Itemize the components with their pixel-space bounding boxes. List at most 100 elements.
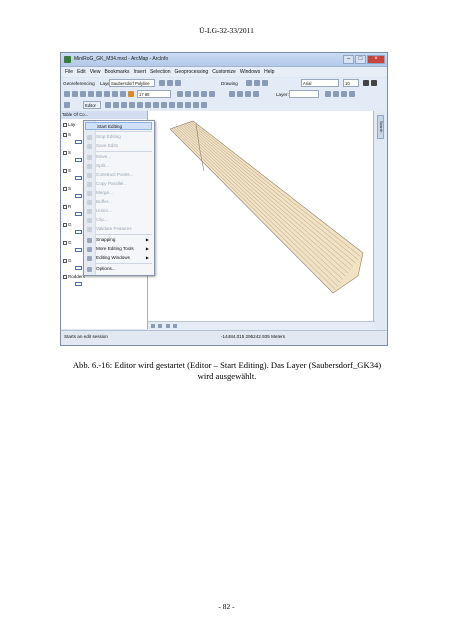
point-icon[interactable]: [137, 102, 143, 108]
toc-layer-row[interactable]: Rodders: [63, 274, 85, 280]
rectangle-icon[interactable]: [254, 80, 260, 86]
menu-edit[interactable]: Edit: [77, 67, 86, 77]
drawing-label[interactable]: Drawing: [221, 78, 238, 89]
rotate-tool-icon[interactable]: [177, 102, 183, 108]
editor-menu-item-start-editing[interactable]: Start Editing: [85, 122, 152, 130]
maximize-button[interactable]: □: [355, 55, 366, 64]
menu-file[interactable]: File: [65, 67, 73, 77]
create-features-icon[interactable]: [201, 102, 207, 108]
editor-menu-button[interactable]: Editor: [83, 101, 101, 109]
menu-insert[interactable]: Insert: [133, 67, 146, 77]
editor-menu-item-split[interactable]: Split...: [96, 162, 152, 170]
menu-customize[interactable]: Customize: [212, 67, 236, 77]
editor-menu-item-construct-points[interactable]: Construct Points...: [96, 171, 152, 179]
layer-dropdown[interactable]: Saubersdorf Polyline: [109, 79, 155, 87]
close-button[interactable]: ×: [367, 55, 385, 64]
search-tab[interactable]: Search: [377, 115, 384, 139]
minimize-button[interactable]: –: [343, 55, 354, 64]
editor-menu-item-clip[interactable]: Clip...: [96, 216, 152, 224]
cut-icon[interactable]: [96, 91, 102, 97]
catalog-icon[interactable]: [185, 91, 191, 97]
add-control-points-icon[interactable]: [175, 80, 181, 86]
shift-icon[interactable]: [167, 80, 173, 86]
editor-menu-item-snapping[interactable]: Snapping ▶: [96, 236, 152, 244]
toc-layer-row[interactable]: S: [63, 168, 71, 174]
editor-menu-item-move[interactable]: Move...: [96, 153, 152, 161]
full-extent-icon[interactable]: [253, 91, 259, 97]
toc-layer-row[interactable]: S: [63, 186, 71, 192]
attributes-icon[interactable]: [185, 102, 191, 108]
print-icon[interactable]: [88, 91, 94, 97]
font-size-dropdown[interactable]: 10: [343, 79, 359, 87]
toc-layer-row[interactable]: G: [63, 258, 72, 264]
copy-icon[interactable]: [104, 91, 110, 97]
arctoolbox-icon[interactable]: [201, 91, 207, 97]
reshape-icon[interactable]: [153, 102, 159, 108]
pan-icon[interactable]: [245, 91, 251, 97]
straight-segment-icon[interactable]: [113, 102, 119, 108]
italic-icon[interactable]: [371, 80, 377, 86]
zoom-out-icon[interactable]: [237, 91, 243, 97]
menu-selection[interactable]: Selection: [150, 67, 171, 77]
toc-list-icon[interactable]: [64, 102, 70, 108]
select-elements-icon[interactable]: [246, 80, 252, 86]
delete-icon[interactable]: [120, 91, 126, 97]
refresh-icon[interactable]: [166, 324, 170, 328]
editor-menu-item-copy-parallel[interactable]: Copy Parallel...: [96, 180, 152, 188]
search-window-icon[interactable]: [193, 91, 199, 97]
edit-vertices-icon[interactable]: [145, 102, 151, 108]
open-icon[interactable]: [72, 91, 78, 97]
editor-menu-item-buffer[interactable]: Buffer...: [96, 198, 152, 206]
editor-menu-item-options[interactable]: Options...: [96, 265, 152, 273]
georef-tool-icon-4[interactable]: [349, 91, 355, 97]
toc-polygon-symbol: [75, 212, 82, 216]
layout-view-icon[interactable]: [158, 324, 162, 328]
menu-windows[interactable]: Windows: [240, 67, 260, 77]
save-icon[interactable]: [80, 91, 86, 97]
bold-icon[interactable]: [363, 80, 369, 86]
toc-layer-row[interactable]: G: [63, 222, 72, 228]
endpoint-arc-icon[interactable]: [121, 102, 127, 108]
sketch-properties-icon[interactable]: [193, 102, 199, 108]
paste-icon[interactable]: [112, 91, 118, 97]
editor-menu-item-validate-features[interactable]: Validate Features: [96, 225, 152, 233]
zoom-in-icon[interactable]: [229, 91, 235, 97]
split-icon[interactable]: [169, 102, 175, 108]
editor-menu-item-union[interactable]: Union...: [96, 207, 152, 215]
toc-layers-row[interactable]: Lay: [63, 122, 75, 128]
map-scale-dropdown[interactable]: 17 68: [137, 90, 171, 98]
editor-menu-item-more-editing-tools[interactable]: More Editing Tools ▶: [96, 245, 152, 253]
trace-icon[interactable]: [129, 102, 135, 108]
rotate-icon[interactable]: [159, 80, 165, 86]
editor-menu-item-save-edits[interactable]: Save Edits: [96, 142, 152, 150]
editor-menu-item-editing-windows[interactable]: Editing Windows ▶: [96, 254, 152, 262]
menu-geoprocessing[interactable]: Geoprocessing: [175, 67, 209, 77]
toc-layer-row[interactable]: S: [63, 132, 71, 138]
georeferencing-label[interactable]: Georeferencing: [63, 78, 95, 89]
editor-toolbar-icon[interactable]: [177, 91, 183, 97]
text-icon[interactable]: [262, 80, 268, 86]
editor-menu-item-stop-editing[interactable]: Stop Editing: [96, 133, 152, 141]
georef-tool-icon-2[interactable]: [333, 91, 339, 97]
data-view-icon[interactable]: [151, 324, 155, 328]
menu-item-label: Merge...: [96, 190, 113, 195]
toc-layer-row[interactable]: S: [63, 150, 71, 156]
map-view[interactable]: [148, 111, 375, 321]
cut-polygons-icon[interactable]: [161, 102, 167, 108]
add-data-icon[interactable]: [128, 91, 134, 97]
toc-layer-row[interactable]: R: [63, 204, 71, 210]
menu-bookmarks[interactable]: Bookmarks: [104, 67, 129, 77]
font-dropdown[interactable]: Arial: [301, 79, 339, 87]
georef-tool-icon-3[interactable]: [341, 91, 347, 97]
parcel-polygon[interactable]: [169, 120, 364, 294]
menu-view[interactable]: View: [90, 67, 101, 77]
layer-dropdown-2[interactable]: [289, 90, 319, 98]
pause-drawing-icon[interactable]: [173, 324, 177, 328]
edit-tool-icon[interactable]: [105, 102, 111, 108]
georef-tool-icon[interactable]: [325, 91, 331, 97]
new-map-icon[interactable]: [64, 91, 70, 97]
toc-layer-row[interactable]: G: [63, 240, 72, 246]
editor-menu-item-merge[interactable]: Merge...: [96, 189, 152, 197]
python-icon[interactable]: [209, 91, 215, 97]
menu-help[interactable]: Help: [264, 67, 274, 77]
